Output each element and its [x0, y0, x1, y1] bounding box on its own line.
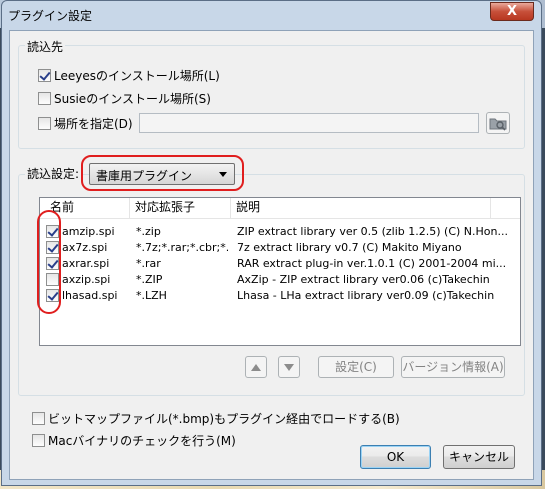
move-up-button[interactable] — [245, 356, 267, 378]
browse-folder-button[interactable] — [486, 112, 510, 134]
plugin-name: axrar.spi — [62, 257, 110, 270]
plugin-list[interactable]: 名前 対応拡張子 説明 amzip.spi *.zip ZIP extract … — [39, 197, 521, 346]
folder-icon — [489, 118, 507, 131]
plugin-extensions: *.zip — [136, 225, 161, 238]
plugin-description: RAR extract plug-in ver.1.0.1 (C) 2001-2… — [237, 257, 507, 270]
mac-binary-check-checkbox[interactable] — [32, 434, 45, 447]
plugin-description: Lhasa - LHa extract library ver0.09 (c)T… — [237, 289, 495, 302]
bmp-via-plugin-checkbox[interactable] — [32, 412, 45, 425]
list-header: 名前 対応拡張子 説明 — [40, 198, 520, 219]
plugin-extensions: *.ZIP — [136, 273, 163, 286]
plugin-extensions: *.LZH — [136, 289, 167, 302]
column-header-extensions[interactable]: 対応拡張子 — [130, 198, 231, 218]
arrow-up-icon — [251, 364, 261, 371]
plugin-extensions: *.7z;*.rar;*.cbr;*.... — [136, 241, 228, 254]
ok-button[interactable]: OK — [360, 445, 431, 469]
window-title: プラグイン設定 — [8, 9, 93, 23]
close-button[interactable]: X — [490, 2, 534, 21]
leeyes-location-label[interactable]: Leeyesのインストール場所(L) — [54, 67, 220, 84]
plugin-name: ax7z.spi — [62, 241, 108, 254]
source-group-title: 読込先 — [25, 38, 66, 55]
highlight-ring-checkboxes — [37, 210, 61, 314]
mac-binary-check-label[interactable]: Macバイナリのチェックを行う(M) — [48, 432, 236, 449]
plugin-description: 7z extract library v0.7 (C) Makito Miyan… — [237, 241, 462, 254]
plugin-name: amzip.spi — [62, 225, 115, 238]
custom-location-label[interactable]: 場所を指定(D) — [54, 115, 133, 132]
plugin-name: lhasad.spi — [62, 289, 118, 302]
list-item[interactable]: lhasad.spi *.LZH Lhasa - LHa extract lib… — [40, 288, 520, 304]
dialog-client-area: 読込先 Leeyesのインストール場所(L) Susieのインストール場所(S)… — [9, 30, 534, 480]
plugin-name: axzip.spi — [62, 273, 111, 286]
plugin-description: ZIP extract library ver 0.5 (zlib 1.2.5)… — [237, 225, 508, 238]
custom-location-checkbox[interactable] — [38, 117, 51, 130]
move-down-button[interactable] — [278, 356, 300, 378]
settings-label: 読込設定: — [25, 165, 82, 182]
plugin-extensions: *.rar — [136, 257, 161, 270]
custom-path-field[interactable] — [139, 113, 479, 133]
susie-location-checkbox[interactable] — [38, 92, 51, 105]
plugin-description: AxZip - ZIP extract library ver0.06 (c)T… — [237, 273, 490, 286]
plugin-settings-button[interactable]: 設定(C) — [318, 356, 394, 378]
susie-location-label[interactable]: Susieのインストール場所(S) — [54, 90, 211, 107]
title-bar[interactable]: プラグイン設定 X — [2, 1, 541, 29]
list-item[interactable]: amzip.spi *.zip ZIP extract library ver … — [40, 224, 520, 240]
version-info-button[interactable]: バージョン情報(A) — [401, 356, 505, 378]
list-item[interactable]: ax7z.spi *.7z;*.rar;*.cbr;*.... 7z extra… — [40, 240, 520, 256]
leeyes-location-checkbox[interactable] — [38, 69, 51, 82]
plugin-settings-dialog: プラグイン設定 X 読込先 Leeyesのインストール場所(L) Susieのイ… — [1, 0, 542, 486]
highlight-ring-select — [81, 155, 244, 191]
cancel-button[interactable]: キャンセル — [443, 445, 515, 469]
bmp-via-plugin-label[interactable]: ビットマップファイル(*.bmp)もプラグイン経由でロードする(B) — [48, 410, 400, 427]
list-item[interactable]: axzip.spi *.ZIP AxZip - ZIP extract libr… — [40, 272, 520, 288]
column-header-description[interactable]: 説明 — [231, 198, 491, 218]
arrow-down-icon — [284, 364, 294, 371]
list-item[interactable]: axrar.spi *.rar RAR extract plug-in ver.… — [40, 256, 520, 272]
